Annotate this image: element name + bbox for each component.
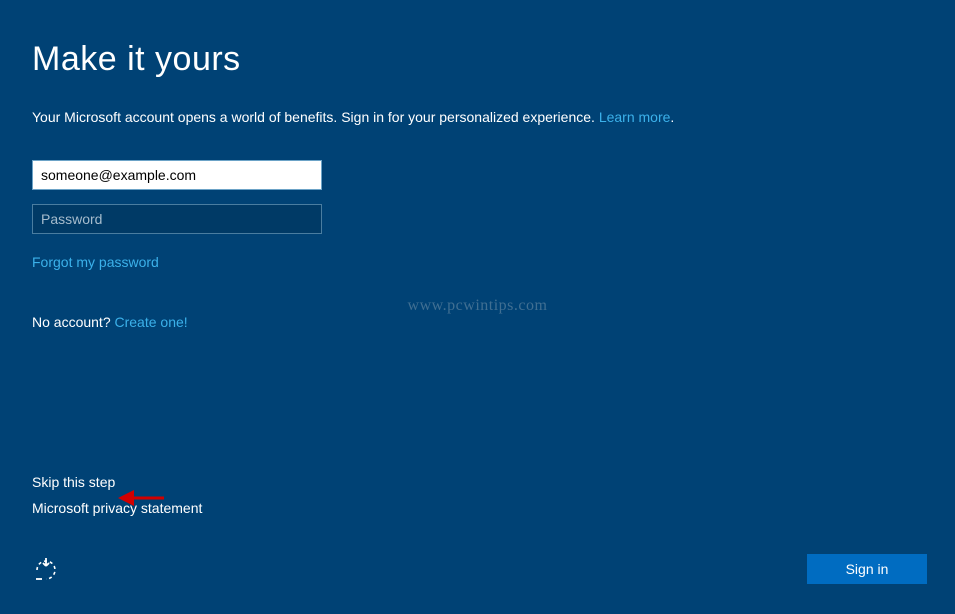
forgot-password-link[interactable]: Forgot my password bbox=[32, 254, 159, 270]
no-account-text: No account? bbox=[32, 314, 115, 330]
password-field[interactable] bbox=[32, 204, 322, 234]
description-text: Your Microsoft account opens a world of … bbox=[32, 107, 923, 128]
learn-more-link[interactable]: Learn more bbox=[599, 109, 671, 125]
arrow-annotation-icon bbox=[118, 488, 164, 508]
description-main: Your Microsoft account opens a world of … bbox=[32, 109, 599, 125]
create-account-link[interactable]: Create one! bbox=[115, 314, 188, 330]
email-field[interactable] bbox=[32, 160, 322, 190]
watermark-text: www.pcwintips.com bbox=[408, 297, 548, 315]
page-title: Make it yours bbox=[32, 40, 923, 79]
description-period: . bbox=[670, 109, 674, 125]
ease-of-access-icon[interactable] bbox=[32, 556, 60, 584]
no-account-row: No account? Create one! bbox=[32, 314, 923, 330]
signin-button[interactable]: Sign in bbox=[807, 554, 927, 584]
